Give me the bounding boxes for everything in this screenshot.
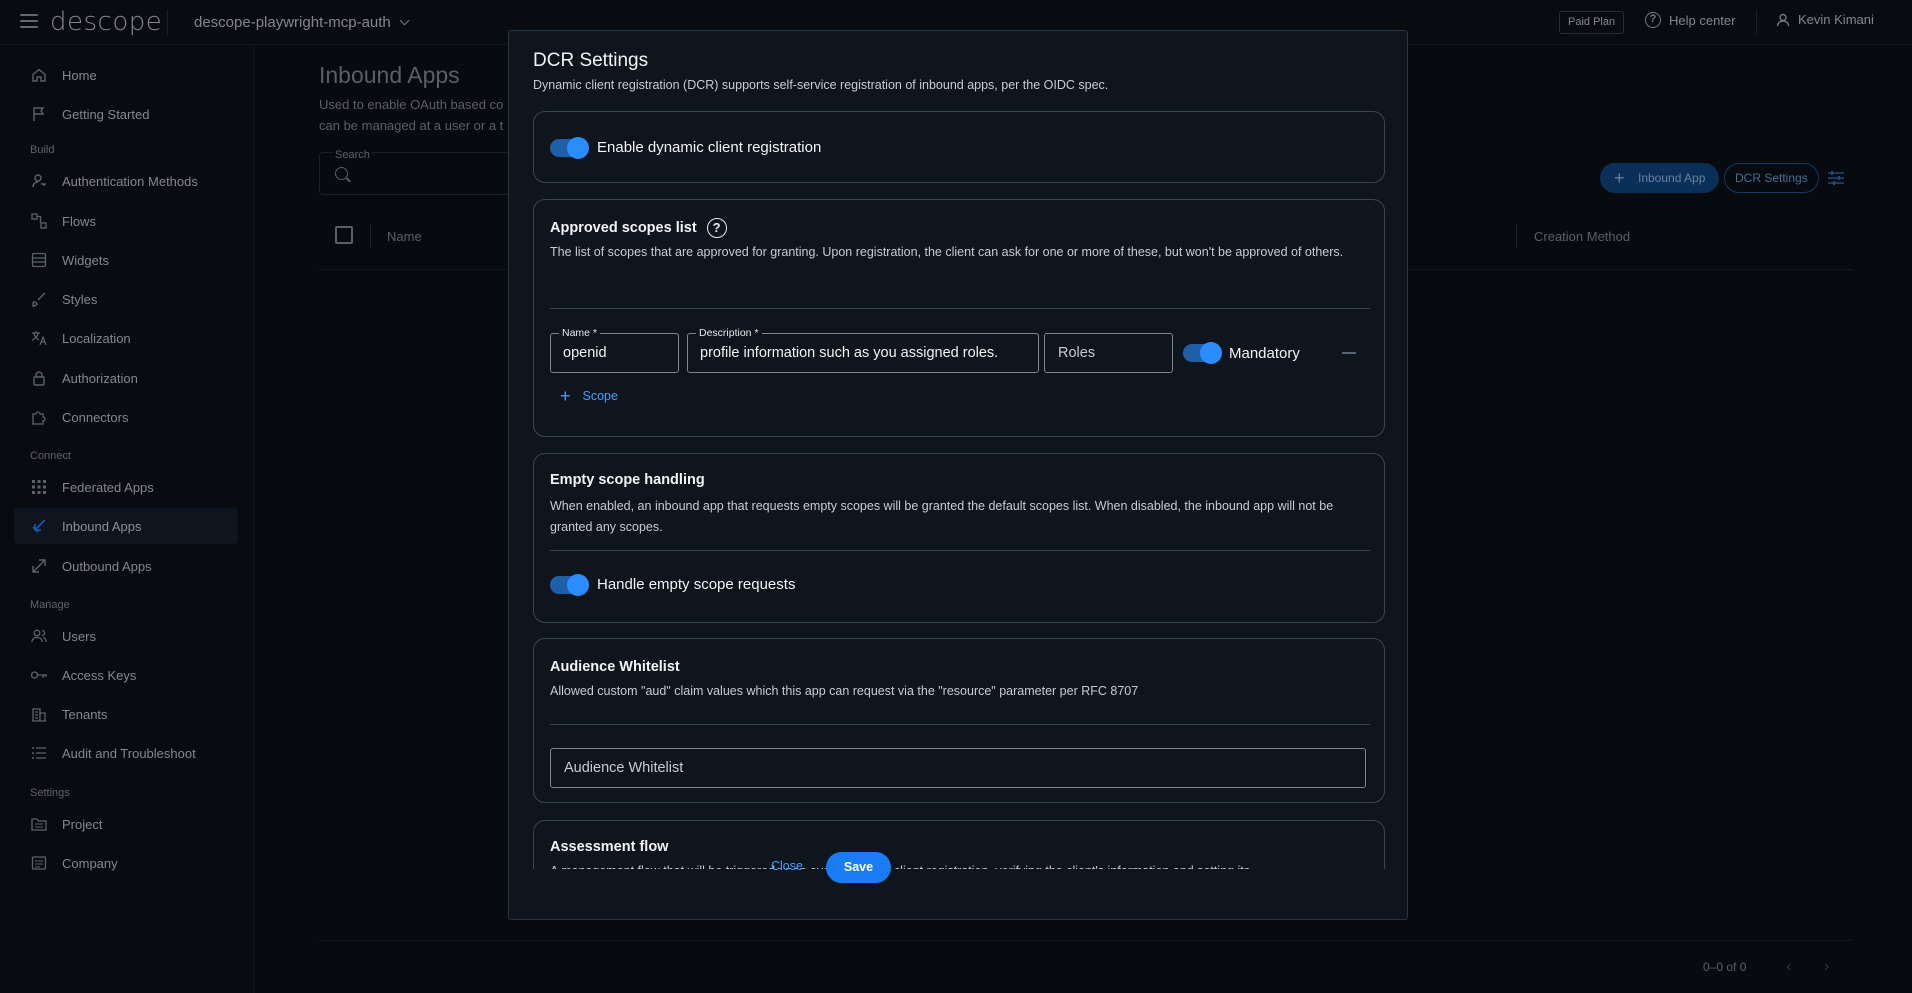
enable-dcr-toggle[interactable] bbox=[550, 137, 589, 159]
dialog-subtitle: Dynamic client registration (DCR) suppor… bbox=[533, 78, 1109, 92]
plus-icon: + bbox=[560, 386, 571, 406]
empty-scope-description: When enabled, an inbound app that reques… bbox=[550, 499, 1334, 534]
mandatory-toggle[interactable] bbox=[1183, 342, 1222, 364]
audience-whitelist-title: Audience Whitelist bbox=[550, 659, 680, 675]
dialog-footer bbox=[509, 869, 1407, 919]
card-divider bbox=[550, 550, 1370, 551]
scope-roles-placeholder: Roles bbox=[1058, 345, 1096, 361]
add-scope-button[interactable]: + Scope bbox=[560, 386, 618, 406]
scope-description-field[interactable]: Description * profile information such a… bbox=[687, 327, 1039, 373]
card-divider bbox=[550, 308, 1370, 309]
audience-whitelist-placeholder: Audience Whitelist bbox=[564, 760, 684, 776]
scope-description-value: profile information such as you assigned… bbox=[700, 345, 999, 361]
approved-scopes-card: Approved scopes list ? The list of scope… bbox=[533, 199, 1385, 437]
scope-name-value: openid bbox=[563, 345, 607, 361]
scope-name-label: Name * bbox=[559, 327, 601, 339]
close-button[interactable]: Close bbox=[771, 859, 803, 873]
enable-dcr-card: Enable dynamic client registration bbox=[533, 111, 1385, 183]
audience-whitelist-card: Audience Whitelist Allowed custom "aud" … bbox=[533, 638, 1385, 803]
remove-scope-icon[interactable] bbox=[1342, 352, 1356, 354]
mandatory-label: Mandatory bbox=[1229, 345, 1300, 362]
add-scope-label: Scope bbox=[582, 389, 618, 403]
card-divider bbox=[550, 724, 1370, 725]
save-button[interactable]: Save bbox=[826, 852, 891, 883]
scope-roles-field[interactable]: Roles bbox=[1044, 333, 1173, 373]
scope-name-field[interactable]: Name * openid bbox=[550, 327, 679, 373]
dialog-title: DCR Settings bbox=[533, 50, 649, 71]
help-question-icon[interactable]: ? bbox=[706, 218, 727, 238]
approved-scopes-title: Approved scopes list ? bbox=[550, 218, 727, 238]
approved-scopes-heading: Approved scopes list bbox=[550, 220, 697, 236]
dcr-settings-dialog: DCR Settings Dynamic client registration… bbox=[508, 30, 1408, 920]
approved-scopes-description: The list of scopes that are approved for… bbox=[550, 245, 1344, 259]
audience-whitelist-description: Allowed custom "aud" claim values which … bbox=[550, 684, 1139, 698]
audience-whitelist-input[interactable]: Audience Whitelist bbox=[550, 748, 1366, 788]
handle-empty-scope-toggle[interactable] bbox=[550, 574, 589, 596]
handle-empty-scope-label: Handle empty scope requests bbox=[597, 576, 796, 593]
empty-scope-title: Empty scope handling bbox=[550, 472, 705, 488]
scope-description-clip: profile information such as you assigned… bbox=[688, 334, 1038, 372]
empty-scope-card: Empty scope handling When enabled, an in… bbox=[533, 453, 1385, 623]
enable-dcr-label: Enable dynamic client registration bbox=[597, 139, 822, 156]
assessment-flow-title: Assessment flow bbox=[550, 839, 669, 855]
